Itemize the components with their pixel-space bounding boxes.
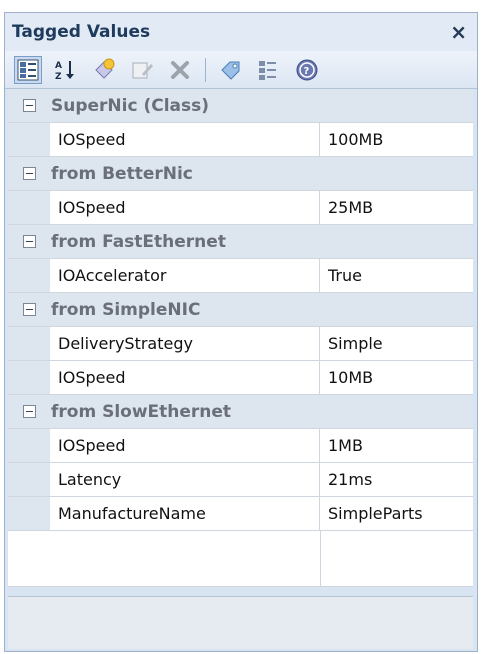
property-value[interactable]: 100MB (320, 123, 473, 156)
property-value[interactable]: 21ms (320, 463, 473, 496)
description-pane (8, 596, 473, 649)
property-name: IOSpeed (50, 123, 320, 156)
delete-icon[interactable] (167, 57, 193, 83)
property-name: ManufactureName (50, 497, 320, 530)
property-row[interactable]: IOAccelerator True (8, 259, 473, 293)
property-row[interactable]: IOSpeed 1MB (8, 429, 473, 463)
category-row[interactable]: from SimpleNIC (8, 293, 473, 327)
property-name: IOAccelerator (50, 259, 320, 292)
property-row[interactable]: DeliveryStrategy Simple (8, 327, 473, 361)
property-value[interactable]: 10MB (320, 361, 473, 394)
property-name: IOSpeed (50, 191, 320, 224)
category-label: from BetterNic (50, 157, 473, 190)
panel-title: Tagged Values (12, 22, 151, 42)
collapse-icon[interactable] (22, 303, 36, 316)
sort-alphabetical-icon[interactable]: A Z (53, 57, 79, 83)
property-name: IOSpeed (50, 429, 320, 462)
property-value[interactable]: True (320, 259, 473, 292)
property-row[interactable]: IOSpeed 25MB (8, 191, 473, 225)
category-row[interactable]: from SlowEthernet (8, 395, 473, 429)
new-tag-icon[interactable] (91, 57, 117, 83)
svg-text:A: A (55, 61, 62, 71)
empty-row[interactable] (8, 531, 473, 587)
category-label: SuperNic (Class) (50, 89, 473, 122)
help-icon[interactable]: ? (294, 57, 320, 83)
property-name: DeliveryStrategy (50, 327, 320, 360)
toolbar: A Z ? (5, 51, 477, 89)
property-value[interactable]: Simple (320, 327, 473, 360)
svg-text:Z: Z (55, 72, 62, 82)
tagged-values-grid: SuperNic (Class) IOSpeed 100MB from Bett… (8, 89, 473, 587)
panel-titlebar: Tagged Values × (5, 13, 477, 51)
property-name: Latency (50, 463, 320, 496)
property-row[interactable]: IOSpeed 100MB (8, 123, 473, 157)
category-row[interactable]: from FastEthernet (8, 225, 473, 259)
property-value[interactable]: 25MB (320, 191, 473, 224)
category-label: from SlowEthernet (50, 395, 473, 428)
edit-tag-icon[interactable] (129, 57, 155, 83)
category-row[interactable]: from BetterNic (8, 157, 473, 191)
category-row[interactable]: SuperNic (Class) (8, 89, 473, 123)
property-row[interactable]: Latency 21ms (8, 463, 473, 497)
property-name: IOSpeed (50, 361, 320, 394)
category-label: from FastEthernet (50, 225, 473, 258)
toolbar-separator (205, 57, 206, 82)
svg-text:?: ? (304, 66, 310, 77)
category-label: from SimpleNIC (50, 293, 473, 326)
show-inherited-icon[interactable] (256, 57, 282, 83)
collapse-icon[interactable] (22, 405, 36, 418)
property-row[interactable]: ManufactureName SimpleParts (8, 497, 473, 531)
collapse-icon[interactable] (22, 99, 36, 112)
property-value[interactable]: 1MB (320, 429, 473, 462)
property-value[interactable]: SimpleParts (320, 497, 473, 530)
property-row[interactable]: IOSpeed 10MB (8, 361, 473, 395)
categorized-view-icon[interactable] (14, 55, 42, 84)
tag-icon[interactable] (218, 57, 244, 83)
collapse-icon[interactable] (22, 167, 36, 180)
close-icon[interactable]: × (450, 22, 467, 42)
collapse-icon[interactable] (22, 235, 36, 248)
